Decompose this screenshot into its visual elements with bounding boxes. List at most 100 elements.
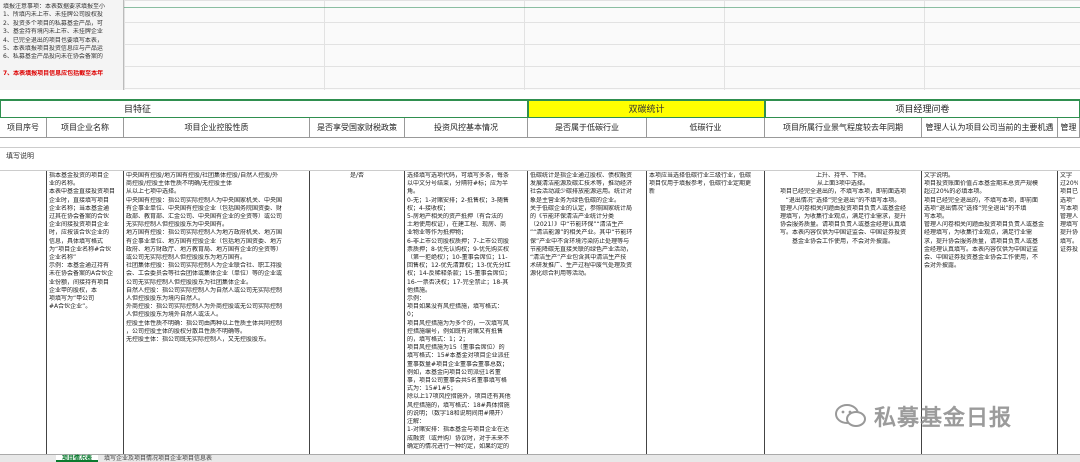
- cell-text-line: 本表中基金直接投资项目: [49, 188, 116, 196]
- cell-text-line: 有企事业单位、地方国有控股企业（包括地方国资委、地方: [126, 237, 283, 245]
- cell-text-line: 中央国有控股：指公司实际控制人为中央国家机关、中央国: [126, 196, 283, 204]
- cell-text-line: 管理人问卷相关问题由投资项目负责人或基金: [924, 221, 1045, 229]
- cell-text-line: 项目风控措施为为多个的，一次填写风: [407, 319, 510, 327]
- cell-text-line: 管理人问卷相关问题由投资项目负责人或基金经: [779, 204, 906, 212]
- cell-text-line: 经理填写，为收集行业观点，满足行业需: [924, 229, 1033, 237]
- cell-text-line: 人但控股股东为境外自然人或法人。: [126, 311, 223, 319]
- sheet-tab-company-info[interactable]: 填写企业及项目情况项目企业项目信息表: [98, 455, 218, 462]
- cell-text-line: 除以上17项风控措施外，项目还有其他: [407, 393, 511, 401]
- cell-text-line: 成融资（或并购）协议时，对于未来不: [407, 434, 510, 442]
- cell-text-line: 例如，本基金向项目公司派驻1名董: [407, 368, 501, 376]
- cell-text-line: 项目已: [1060, 188, 1078, 196]
- cell-text-line: 选项“退出情况”选择“完全退出”的不填: [924, 204, 1027, 212]
- cell-text-line: 项目已经完全退出的，不填写本项，即前面选项: [779, 188, 906, 196]
- cell-text-line: 的《节能环保清洁产业统计分类: [530, 213, 615, 221]
- column-header-manager[interactable]: 管理: [1058, 118, 1080, 138]
- sheet-tab-bar: 项目情况表 填写企业及项目情况项目企业项目信息表: [0, 454, 1080, 462]
- group-header-dual-carbon[interactable]: 双碳统计: [528, 100, 765, 118]
- note-line: [3, 62, 120, 70]
- column-header-risk-control[interactable]: 投资风控基本情况: [405, 118, 528, 138]
- cell-text-line: 是/否: [349, 172, 365, 179]
- cell-manager[interactable]: 文字 过20% 项目已 选项“ 写本项 管理人 理填写 提升协 填写。 证券投: [1058, 171, 1080, 454]
- cell-text-line: 权；4-接收权；: [407, 204, 449, 212]
- cell-text-line: 理填写: [1060, 221, 1078, 229]
- cell-text-line: 无控股主体：指公司既无实际控制人，又无控股股东。: [126, 336, 271, 344]
- cell-text-line: 证券投: [1060, 245, 1078, 253]
- cell-text-line: 的说明；（数字18和说明间用#隔开）: [407, 409, 507, 417]
- empty-row[interactable]: [0, 138, 1080, 148]
- column-header-low-carbon[interactable]: 是否属于低碳行业: [528, 118, 647, 138]
- cell-text-line: 源化综合利用等活动。: [530, 270, 591, 278]
- cell-text-line: 权；14-反稀释条款；15-董事会席位；: [407, 270, 511, 278]
- cell-text-line: 项目如果没有风控措施，填写格式：: [407, 303, 504, 311]
- cell-text-line: 新: [649, 188, 656, 196]
- cell-text-line: 过其在协会备案的合伙: [49, 213, 110, 221]
- cell-text-line: 超过20%的必填本项。: [924, 188, 986, 196]
- cell-low-carbon[interactable]: 低碳统计是指企业通过股权、债权融资 发展清洁能源及碳汇技术等，推动经济 社会活动减少…: [528, 171, 647, 454]
- cell-text-line: 事，项目公司董事会共5名董事填写格: [407, 377, 507, 385]
- column-header-company-name[interactable]: 项目企业名称: [47, 118, 124, 138]
- cell-text-line: ，公司控股主体的股权分散且性质不明确等。: [126, 327, 247, 335]
- cell-text-line: 上升、持平、下降。: [815, 172, 870, 179]
- cell-risk-control[interactable]: 选择填写选项代码，可填写多条，每条 以中文分号结束，分隔符#标；应为半 角。 0-无；…: [405, 171, 528, 454]
- cell-text-line: 项目投资账面价值占本基金期末总资产规模: [924, 180, 1039, 188]
- cell-text-line: 角。: [407, 188, 420, 196]
- column-header-control-nature[interactable]: 项目企业控股性质: [124, 118, 310, 138]
- cell-text-line: 文字: [1060, 172, 1073, 179]
- cell-text-line: 控股主体性质不明确：指公司由两种以上性质主体共同控制: [126, 319, 283, 327]
- cell-text-line: “清洁生产”产业包含其中清洁生产技: [530, 254, 627, 262]
- cell-text-line: 会、工会委员会等社会团体或集体企业（单位）等的企业或: [126, 270, 283, 278]
- cell-control-nature[interactable]: 中央国有控股/地方国有控股/社团集体控股/自然人控股/外 商控股/控股主体性质不明…: [124, 171, 310, 454]
- cell-project-no[interactable]: [0, 171, 47, 454]
- sheet-tab-project-info[interactable]: 项目情况表: [56, 455, 99, 462]
- cell-text-line: 金经理认真填写。本表内容仅供为中国证监: [924, 245, 1039, 253]
- column-header-industry-outlook[interactable]: 项目所属行业景气程度较去年同期: [765, 118, 922, 138]
- cell-text-line: 保”产业中不含环境污染防止处理等与: [530, 237, 630, 245]
- cell-text-line: ”“清洁能源”的相关产业。其中“节能环: [530, 229, 633, 237]
- cell-text-line: 确定的情况进行一种约定，如果约定的: [407, 442, 510, 450]
- cell-text-line: 有企事业单位、中央国有控股企业（包括国务院国资委、财: [126, 204, 283, 212]
- note-line: 1、所填内未上市、未挂牌公司股权投: [3, 11, 103, 19]
- cell-text-line: 16-一票否决权；17-完全禁止；18-其: [407, 278, 509, 286]
- sheet-tab-spacer: [0, 455, 56, 462]
- note-line: 填报注意事项：本表数据要求填报至小: [3, 3, 106, 10]
- cell-text-line: 写。本表内容仅供为中国证监会、中国证券投资: [779, 229, 906, 237]
- fill-instructions-label: 填写说明: [6, 152, 34, 160]
- cell-text-line: 的，填写格式：1；2；: [407, 336, 469, 344]
- cell-text-line: 关于低碳企业的认定，参照国家统计局: [530, 204, 633, 212]
- cell-low-carbon-industry[interactable]: 本项应当选择低碳行业三级行业，低碳 项目仅用于填报参考，低碳行业定期更新: [647, 171, 765, 454]
- cell-text-line: 0；: [407, 311, 417, 319]
- cell-text-line: 协会服务质量。请项目负责人或基金经理认真填: [779, 221, 906, 229]
- spreadsheet-grid-top[interactable]: [124, 0, 1080, 90]
- cell-text-line: #A合伙企业”。: [49, 303, 92, 311]
- cell-text-line: 文字说明。: [924, 172, 955, 179]
- cell-text-line: 地方国有控股：指公司实际控制人为地方政府机关、地方国: [126, 229, 283, 237]
- cell-tax-policy[interactable]: 是/否: [310, 171, 405, 454]
- empty-row[interactable]: [0, 161, 1080, 171]
- cell-company-name[interactable]: 指本基金投资的项目企 业的名称。 本表中基金直接投资项目 企业时，直接填写项目 企业名称…: [47, 171, 124, 454]
- cell-text-line: 未在协会备案的A合伙企: [49, 270, 114, 278]
- cell-text-line: 象是主营业务为绿色低碳的企业。: [530, 196, 621, 204]
- cell-text-line: 业物业等作为抵押物；: [407, 229, 468, 237]
- cell-text-line: 信息，具体填写格式: [49, 237, 104, 245]
- cell-text-line: 企业甲的股权，本: [49, 286, 98, 294]
- cell-text-line: 自然人控股：指公司实际控制人为自然人或公司无实际控制: [126, 286, 283, 294]
- column-header-project-no[interactable]: 项目序号: [0, 118, 47, 138]
- group-header-manager-survey[interactable]: 项目经理问卷: [765, 100, 1080, 118]
- column-header-low-carbon-industry[interactable]: 低碳行业: [647, 118, 765, 138]
- cell-text-line: 企业名称”: [49, 254, 77, 262]
- cell-text-line: 理填写，为收集行业观点，满足行业需求，提升: [779, 213, 906, 221]
- cell-text-line: 人但控股股东为境内自然人。: [126, 295, 205, 303]
- cell-text-line: “退出情况”选择“完全退出”的不填写本项。: [785, 196, 901, 204]
- note-line: 5、本表填报项目投资信息应与产品运: [3, 45, 103, 53]
- note-line: 3、基金持有境内未上市、未挂牌企业: [3, 28, 103, 36]
- cell-text-line: 低碳统计是指企业通过股权、债权融资: [530, 172, 633, 179]
- column-header-opportunity[interactable]: 管理人认为项目公司当前的主要机遇: [922, 118, 1058, 138]
- cell-text-line: 填写。: [1060, 237, 1078, 245]
- cell-text-line: 求，提升协会服务质量，请项目负责人或基: [924, 237, 1039, 245]
- cell-text-line: 管理人: [1060, 213, 1078, 221]
- group-header-features[interactable]: 目特征: [0, 100, 528, 118]
- cell-text-line: 从以上七项中选择。: [126, 188, 181, 196]
- cell-text-line: （2021）》中“节能环保”“清洁生产: [530, 221, 624, 229]
- column-header-tax-policy[interactable]: 是否享受国家财税政策: [310, 118, 405, 138]
